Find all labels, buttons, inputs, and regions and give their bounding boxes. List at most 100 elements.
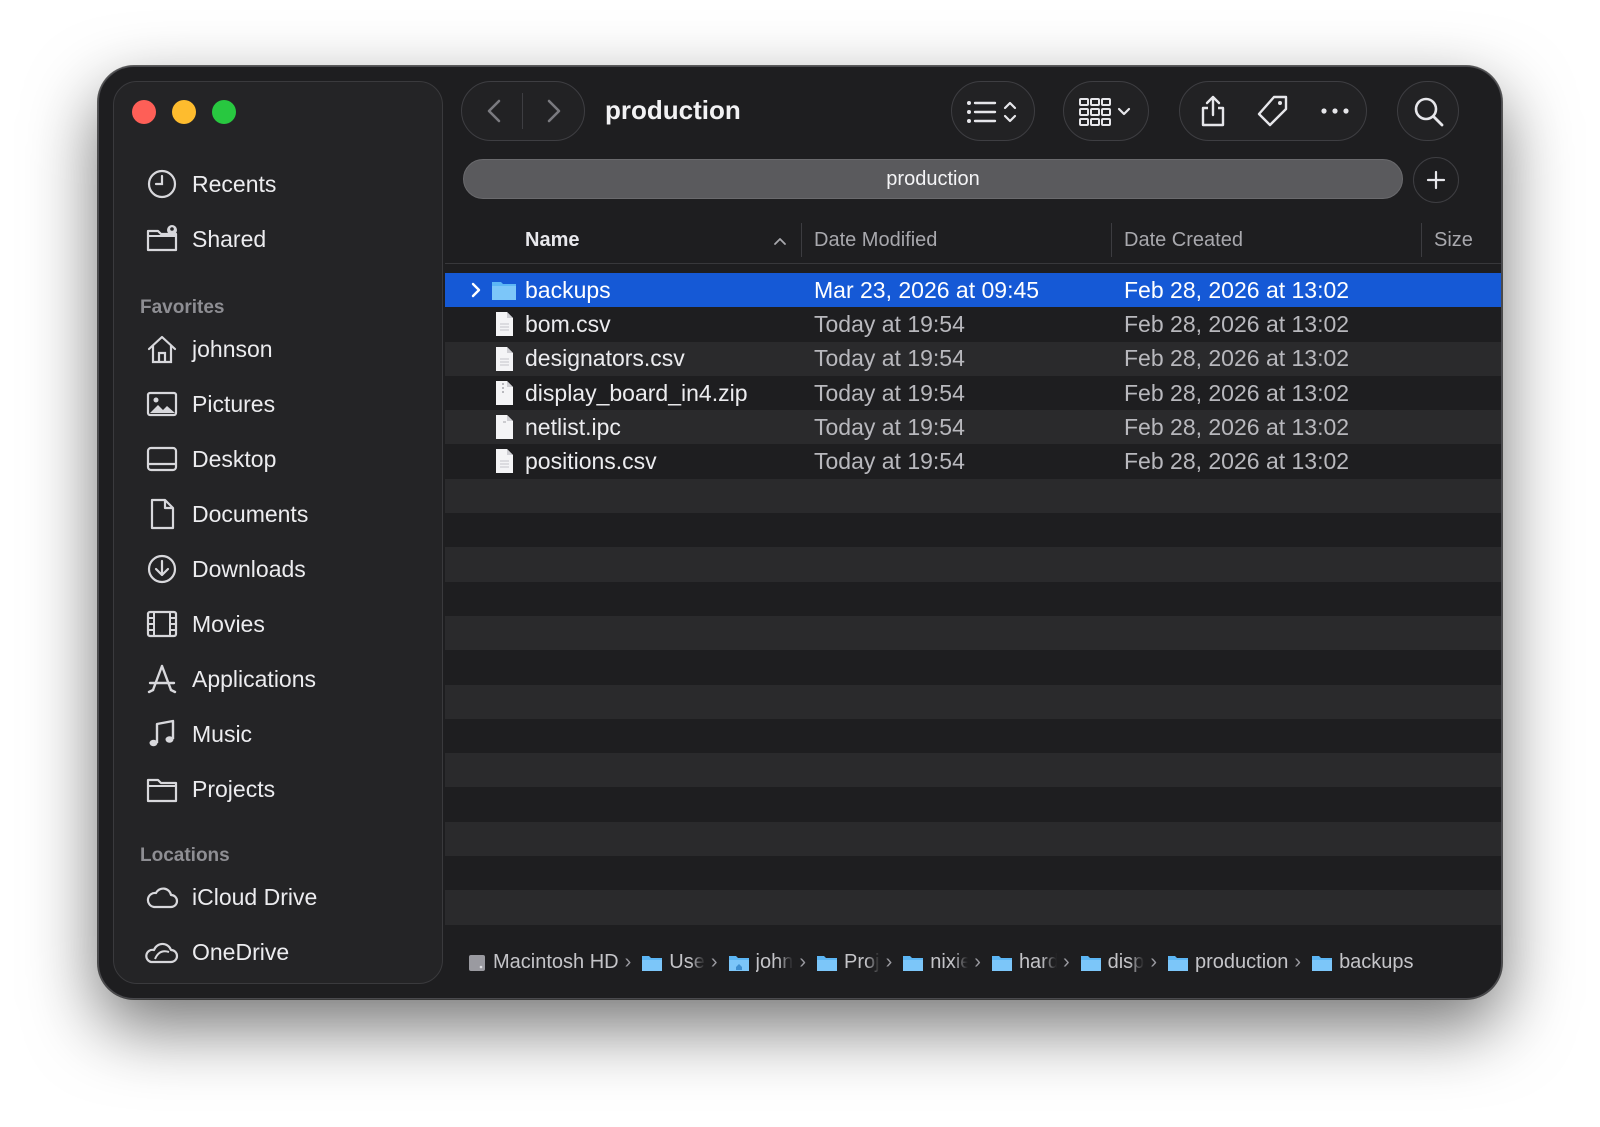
path-item-backups[interactable]: backups (1311, 951, 1414, 974)
file-row-display-board-zip[interactable]: display_board_in4.zip Today at 19:54 Feb… (445, 376, 1501, 410)
view-options-button[interactable] (951, 81, 1035, 141)
sidebar-item-label: Desktop (192, 445, 277, 472)
file-name: display_board_in4.zip (525, 379, 748, 406)
close-window-button[interactable] (132, 100, 156, 124)
more-actions-button[interactable] (1309, 85, 1361, 137)
chevron-left-icon (487, 99, 501, 123)
file-name: bom.csv (525, 310, 611, 337)
sidebar-item-label: iCloud Drive (192, 883, 318, 910)
sidebar-section-favorites: Favorites (140, 297, 225, 318)
sidebar: Recents Shared Favorites johnson Picture… (113, 81, 443, 984)
tag-icon (1257, 95, 1288, 127)
plus-icon (1426, 170, 1446, 190)
onedrive-icon (142, 934, 182, 970)
shared-folder-icon (142, 221, 182, 257)
empty-row (445, 615, 1501, 651)
folder-icon (903, 955, 924, 971)
sidebar-item-desktop[interactable]: Desktop (142, 439, 276, 479)
sidebar-item-label: Projects (192, 775, 276, 802)
list-view-icon (967, 101, 1017, 123)
path-item-nixie[interactable]: nixie › (902, 951, 991, 974)
path-item-macintosh-hd[interactable]: Macintosh HD › (467, 951, 641, 974)
file-row-positions-csv[interactable]: positions.csv Today at 19:54 Feb 28, 202… (445, 444, 1501, 478)
file-name: designators.csv (525, 345, 685, 372)
path-item-users[interactable]: Use › (641, 951, 727, 974)
search-button[interactable] (1397, 81, 1459, 141)
sidebar-item-icloud-drive[interactable]: iCloud Drive (142, 877, 317, 917)
path-item-projects[interactable]: Proj › (816, 951, 902, 974)
sidebar-item-label: Music (192, 720, 253, 747)
file-row-designators-csv[interactable]: designators.csv Today at 19:54 Feb 28, 2… (445, 341, 1501, 376)
file-date-modified: Today at 19:54 (814, 379, 965, 406)
back-button[interactable] (469, 85, 521, 137)
zoom-window-button[interactable] (212, 100, 236, 124)
empty-row (445, 684, 1501, 719)
file-row-bom-csv[interactable]: bom.csv Today at 19:54 Feb 28, 2026 at 1… (445, 307, 1501, 341)
file-row-backups[interactable]: backups Mar 23, 2026 at 09:45 Feb 28, 20… (445, 273, 1501, 308)
column-size[interactable]: Size (1434, 229, 1473, 252)
file-date-created: Feb 28, 2026 at 13:02 (1124, 413, 1350, 440)
file-date-modified: Today at 19:54 (814, 345, 965, 372)
download-icon (142, 551, 182, 587)
empty-row (445, 650, 1501, 684)
search-icon (1414, 97, 1444, 127)
disclosure-triangle-icon[interactable] (469, 280, 483, 300)
file-list: backups Mar 23, 2026 at 09:45 Feb 28, 20… (445, 273, 1501, 927)
path-bar: Macintosh HD › Use › john › Proj › nixie › ha… (445, 927, 1501, 998)
minimize-window-button[interactable] (172, 100, 196, 124)
finder-window: Recents Shared Favorites johnson Picture… (98, 66, 1502, 999)
forward-button[interactable] (527, 85, 579, 137)
file-date-created: Feb 28, 2026 at 13:02 (1124, 276, 1350, 303)
file-name: backups (525, 276, 611, 303)
sidebar-item-shared[interactable]: Shared (142, 219, 266, 259)
sidebar-item-documents[interactable]: Documents (142, 494, 308, 534)
empty-row (445, 547, 1501, 582)
chevron-right-icon (547, 99, 561, 123)
sidebar-item-recents[interactable]: Recents (142, 164, 276, 204)
document-icon (142, 496, 182, 532)
sidebar-item-applications[interactable]: Applications (142, 659, 316, 699)
sort-ascending-icon (774, 238, 786, 245)
new-tab-button[interactable] (1413, 157, 1459, 203)
sidebar-item-movies[interactable]: Movies (142, 604, 265, 644)
sidebar-item-label: Documents (192, 500, 309, 527)
group-by-button[interactable] (1063, 81, 1149, 141)
folder-icon (142, 771, 182, 807)
empty-row (445, 753, 1501, 788)
folder-icon (817, 955, 838, 971)
sidebar-item-label: Pictures (192, 390, 276, 417)
sidebar-item-label: Shared (192, 225, 267, 252)
column-name[interactable]: Name (525, 229, 579, 252)
grid-group-icon (1079, 98, 1131, 126)
folder-icon (642, 955, 663, 971)
empty-row (445, 513, 1501, 547)
path-item-production[interactable]: production › (1167, 951, 1311, 974)
file-date-created: Feb 28, 2026 at 13:02 (1124, 310, 1350, 337)
tab-production[interactable]: production (463, 159, 1403, 199)
path-item-johnson[interactable]: john › (728, 951, 816, 974)
sidebar-item-music[interactable]: Music (142, 714, 252, 754)
empty-row (445, 821, 1501, 857)
file-icon (496, 312, 513, 337)
column-date-created[interactable]: Date Created (1124, 229, 1243, 252)
column-header: Name Date Modified Date Created Size (445, 219, 1501, 264)
sidebar-item-onedrive[interactable]: OneDrive (142, 932, 289, 972)
path-item-display[interactable]: disp › (1080, 951, 1167, 974)
sidebar-item-projects[interactable]: Projects (142, 769, 275, 809)
sidebar-item-downloads[interactable]: Downloads (142, 549, 306, 589)
column-date-modified[interactable]: Date Modified (814, 229, 937, 252)
tags-button[interactable] (1247, 85, 1299, 137)
file-row-netlist-ipc[interactable]: netlist.ipc Today at 19:54 Feb 28, 2026 … (445, 410, 1501, 445)
window-title: production (605, 95, 741, 125)
sidebar-item-label: Recents (192, 170, 277, 197)
share-button[interactable] (1187, 85, 1239, 137)
folder-icon (1167, 955, 1188, 971)
music-note-icon (142, 716, 182, 752)
file-date-modified: Today at 19:54 (814, 448, 965, 475)
file-date-created: Feb 28, 2026 at 13:02 (1124, 448, 1350, 475)
sidebar-item-johnson[interactable]: johnson (142, 329, 273, 369)
empty-row (445, 582, 1501, 616)
folder-icon (991, 955, 1012, 971)
path-item-hardware[interactable]: hard › (991, 951, 1080, 974)
sidebar-item-pictures[interactable]: Pictures (142, 384, 275, 424)
